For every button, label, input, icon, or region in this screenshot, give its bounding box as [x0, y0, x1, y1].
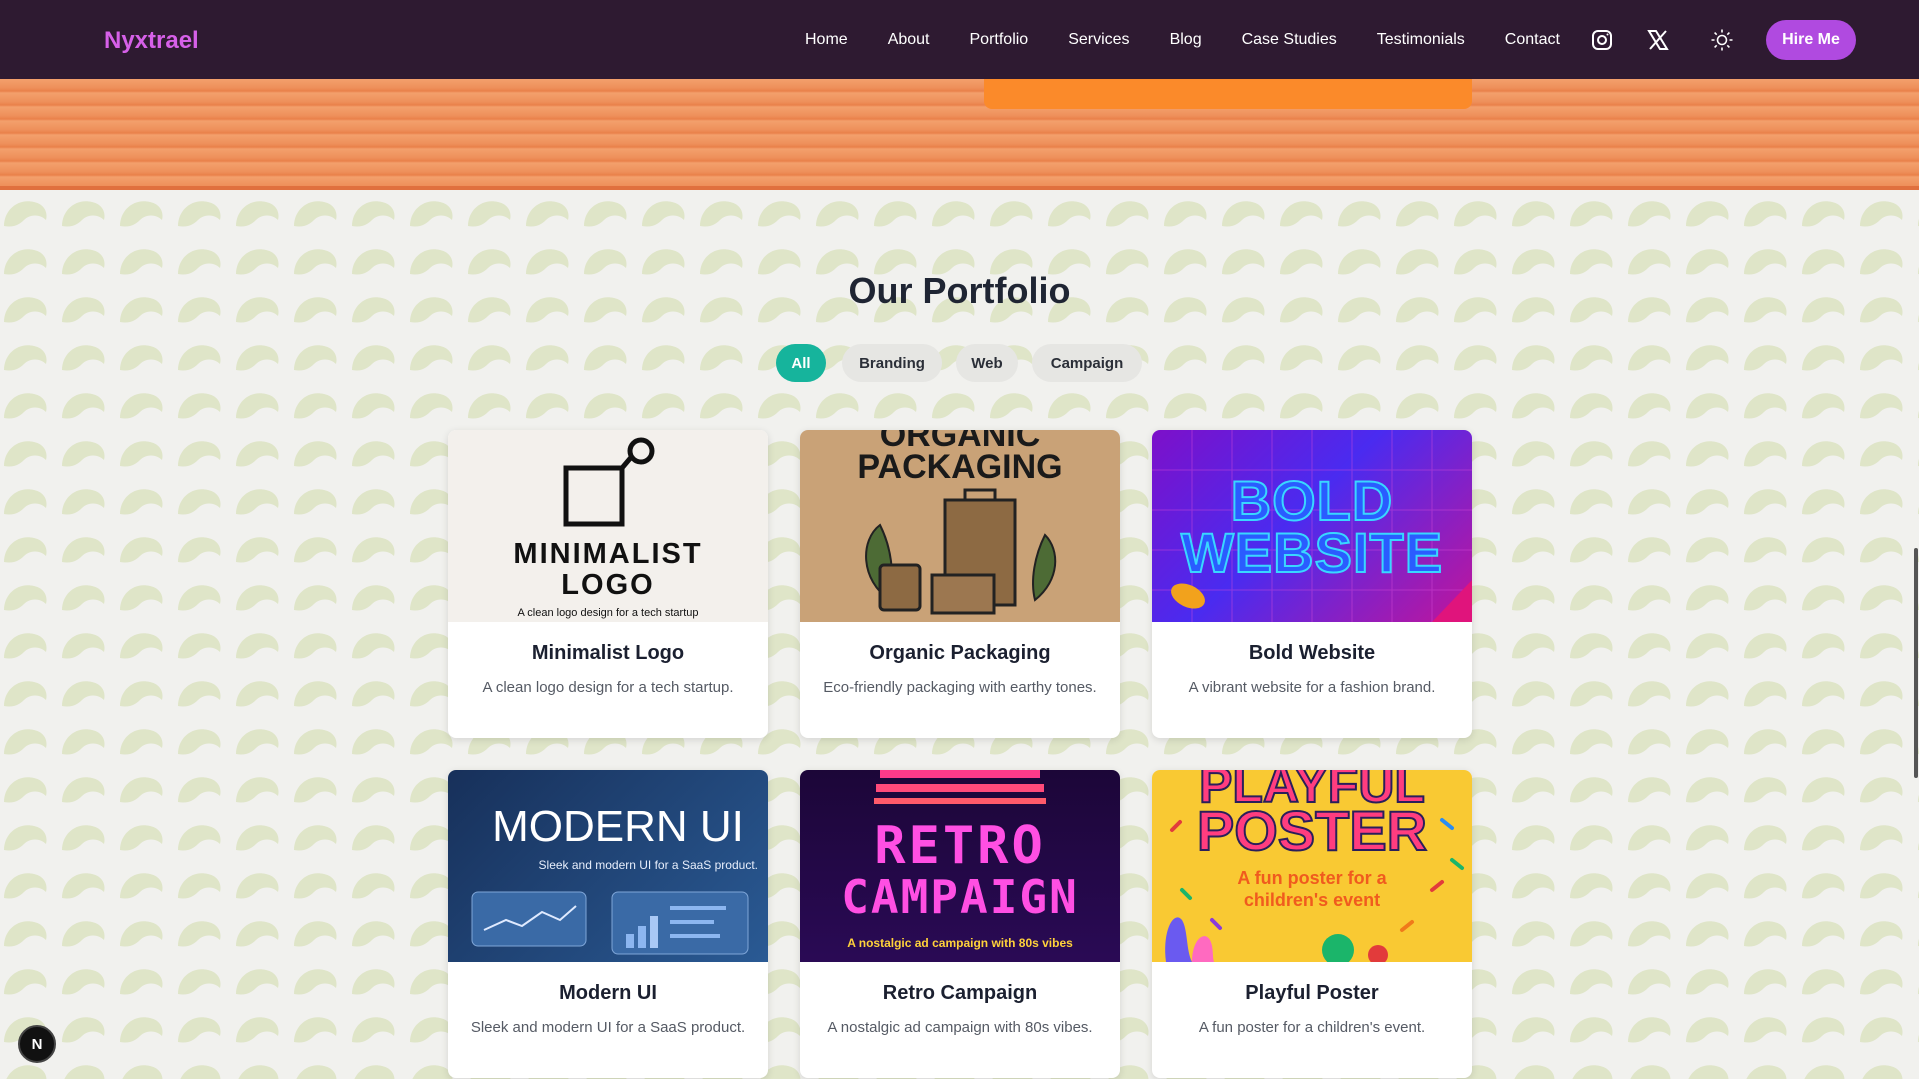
card-image: PLAYFUL POSTER A fun poster for a childr…	[1152, 770, 1472, 962]
card-title: Playful Poster	[1245, 982, 1379, 1004]
card-description: A fun poster for a children's event.	[1198, 1019, 1426, 1036]
card-image: MINIMALIST LOGO A clean logo design for …	[448, 430, 768, 622]
card-title: Modern UI	[559, 982, 657, 1004]
nav-link-testimonials[interactable]: Testimonials	[1377, 31, 1465, 49]
nav-link-blog[interactable]: Blog	[1170, 31, 1202, 49]
nav-link-case-studies[interactable]: Case Studies	[1242, 31, 1337, 49]
card-title: Retro Campaign	[882, 982, 1038, 1004]
portfolio-card-organic-packaging[interactable]: ORGANIC PACKAGING Organic Packaging Eco-…	[800, 430, 1120, 738]
image-caption: A fun poster for a	[1237, 868, 1387, 888]
portfolio-card-playful-poster[interactable]: PLAYFUL POSTER A fun poster for a childr…	[1152, 770, 1472, 1078]
image-caption: A nostalgic ad campaign with 80s vibes	[847, 936, 1073, 950]
card-image: RETRO CAMPAIGN A nostalgic ad campaign w…	[800, 770, 1120, 962]
accent-bar	[984, 79, 1472, 109]
image-heading: RETRO	[874, 816, 1046, 876]
portfolio-card-minimalist-logo[interactable]: MINIMALIST LOGO A clean logo design for …	[448, 430, 768, 738]
filter-all[interactable]: All	[776, 344, 826, 382]
portfolio-card-bold-website[interactable]: BOLD WEBSITE Bold Website A vibrant webs…	[1152, 430, 1472, 738]
nav-links: Home About Portfolio Services Blog Case …	[805, 0, 1600, 79]
card-title: Minimalist Logo	[531, 642, 685, 664]
card-title: Organic Packaging	[869, 642, 1051, 664]
next-dev-badge[interactable]: N	[18, 1025, 56, 1063]
card-image: MODERN UI Sleek and modern UI for a SaaS…	[448, 770, 768, 962]
card-image: BOLD WEBSITE	[1152, 430, 1472, 622]
image-heading: CAMPAIGN	[841, 870, 1079, 924]
card-title: Bold Website	[1248, 642, 1376, 664]
image-heading: LOGO	[561, 569, 655, 601]
sun-icon[interactable]	[1710, 28, 1734, 52]
card-description: Eco-friendly packaging with earthy tones…	[823, 679, 1097, 696]
nav-link-about[interactable]: About	[888, 31, 930, 49]
instagram-icon[interactable]	[1590, 28, 1614, 52]
nav-link-contact[interactable]: Contact	[1505, 31, 1560, 49]
portfolio-card-modern-ui[interactable]: MODERN UI Sleek and modern UI for a SaaS…	[448, 770, 768, 1078]
portfolio-card-retro-campaign[interactable]: RETRO CAMPAIGN A nostalgic ad campaign w…	[800, 770, 1120, 1078]
card-description: A clean logo design for a tech startup.	[482, 679, 734, 696]
filter-web[interactable]: Web	[956, 344, 1018, 382]
filter-branding[interactable]: Branding	[842, 344, 942, 382]
image-caption: children's event	[1243, 890, 1381, 910]
image-heading: WEBSITE	[1180, 520, 1444, 585]
image-heading: POSTER	[1196, 798, 1428, 863]
x-icon[interactable]	[1646, 28, 1670, 52]
stripe-banner	[0, 79, 1919, 190]
portfolio-title: Our Portfolio	[848, 270, 1071, 311]
image-heading: MINIMALIST	[513, 538, 703, 570]
hire-me-button[interactable]: Hire Me	[1766, 20, 1856, 60]
scrollbar[interactable]	[1914, 548, 1918, 778]
filter-campaign[interactable]: Campaign	[1032, 344, 1142, 382]
card-description: A vibrant website for a fashion brand.	[1188, 679, 1436, 696]
card-description: Sleek and modern UI for a SaaS product.	[470, 1019, 746, 1036]
nav-link-home[interactable]: Home	[805, 31, 848, 49]
nav-link-portfolio[interactable]: Portfolio	[970, 31, 1029, 49]
nav-link-services[interactable]: Services	[1068, 31, 1129, 49]
top-navbar: Nyxtrael Home About Portfolio Services B…	[0, 0, 1919, 79]
card-image: ORGANIC PACKAGING	[800, 430, 1120, 622]
card-description: A nostalgic ad campaign with 80s vibes.	[827, 1019, 1093, 1036]
image-caption: A clean logo design for a tech startup	[517, 607, 699, 619]
brand-logo[interactable]: Nyxtrael	[104, 27, 199, 55]
